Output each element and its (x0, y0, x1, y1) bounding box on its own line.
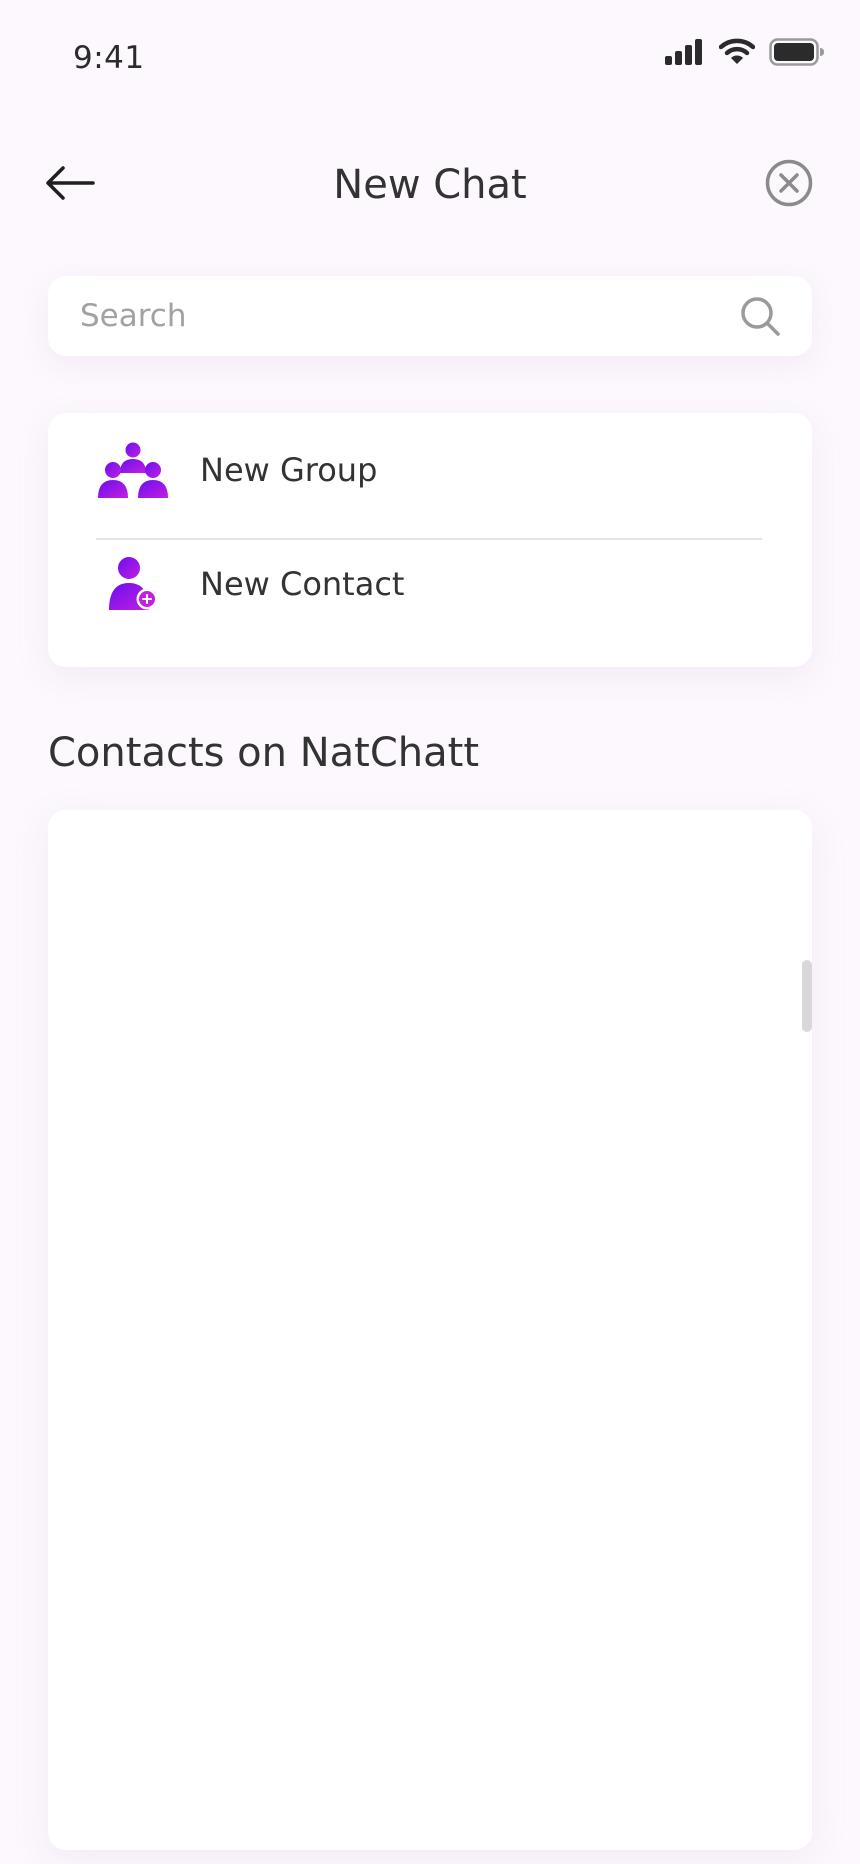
battery-icon (769, 38, 825, 70)
actions-card: New Group New Contact (48, 413, 812, 667)
wifi-icon (718, 38, 756, 70)
status-icons (665, 38, 825, 70)
status-time: 9:41 (73, 40, 145, 76)
add-contact-icon (98, 554, 168, 614)
search-box (48, 276, 812, 356)
group-icon (98, 440, 168, 500)
new-group-label: New Group (200, 451, 378, 489)
new-group-button[interactable]: New Group (48, 413, 812, 527)
scrollbar[interactable] (802, 960, 812, 1032)
close-circle-icon (764, 158, 814, 212)
new-contact-label: New Contact (200, 565, 405, 603)
status-bar: 9:41 (0, 0, 860, 110)
cellular-signal-icon (665, 39, 705, 69)
close-button[interactable] (764, 158, 814, 212)
contacts-list[interactable] (48, 810, 812, 1850)
contacts-section-title: Contacts on NatChatt (48, 730, 479, 776)
page-title: New Chat (333, 162, 527, 208)
search-input[interactable] (80, 298, 738, 334)
header: New Chat (0, 140, 860, 230)
search-icon[interactable] (738, 294, 782, 338)
new-contact-button[interactable]: New Contact (48, 527, 812, 641)
